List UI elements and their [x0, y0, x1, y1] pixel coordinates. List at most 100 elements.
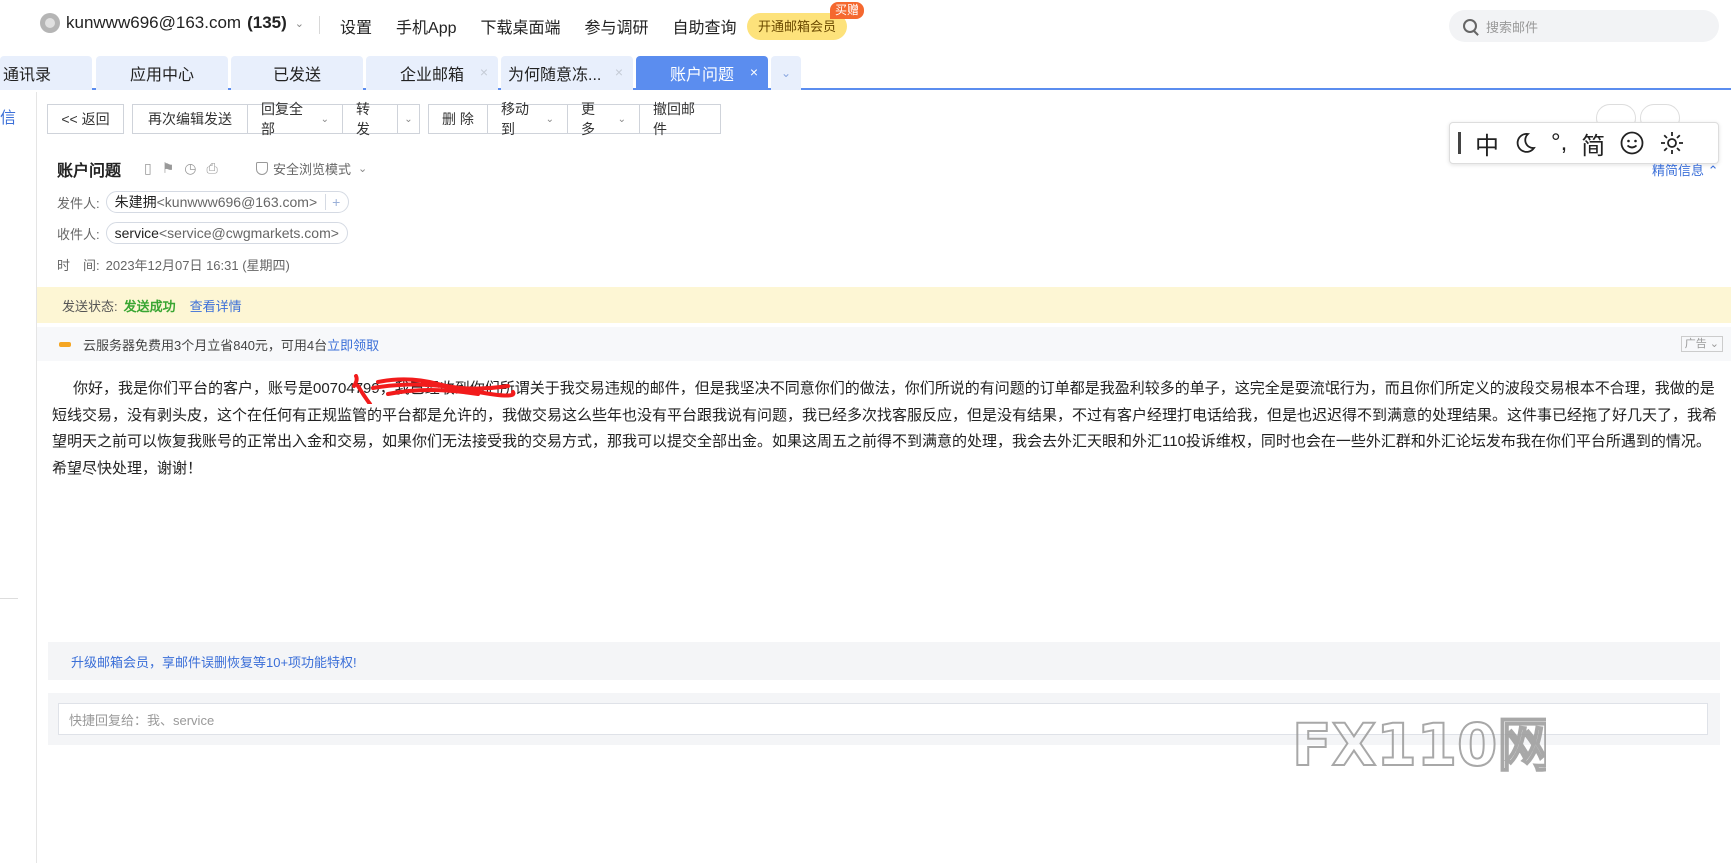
forward-button[interactable]: 转 发 — [342, 101, 398, 137]
sender-chip[interactable]: 朱建拥 <kunwww696@163.com> + — [105, 191, 350, 213]
survey-link[interactable]: 参与调研 — [585, 14, 649, 38]
top-bar: kunwww696@163.com (135) ⌄ 设置 手机App 下载桌面端… — [0, 0, 1731, 48]
sender-name: 朱建拥 — [114, 194, 157, 210]
forward-dropdown[interactable]: ⌄ — [397, 104, 420, 134]
flag-icon[interactable]: ⚑ — [162, 160, 175, 177]
shield-icon — [256, 162, 268, 175]
add-contact-icon[interactable]: + — [325, 194, 340, 210]
secure-mode-label: 安全浏览模式 — [273, 162, 352, 177]
tab-frozen[interactable]: 为何随意冻... × — [501, 56, 633, 90]
recipient-chip[interactable]: service <service@cwgmarkets.com> — [105, 222, 348, 244]
ime-punctuation[interactable]: °, — [1551, 129, 1567, 157]
clock-icon[interactable]: ◷ — [184, 160, 196, 177]
ad-tag[interactable]: 广告 ⌄ — [1680, 336, 1723, 352]
tab-label: 已发送 — [272, 67, 321, 84]
ime-mode[interactable]: 中 — [1475, 126, 1499, 161]
top-links: 设置 手机App 下载桌面端 参与调研 自助查询 — [340, 14, 761, 38]
unread-count: (135) — [247, 13, 287, 32]
vip-badge: 买赠 — [830, 2, 865, 19]
download-desktop-link[interactable]: 下载桌面端 — [481, 14, 561, 38]
self-service-link[interactable]: 自助查询 — [673, 14, 737, 38]
send-status-value: 发送成功 — [123, 298, 176, 314]
ad-claim-link[interactable]: 立即领取 — [327, 335, 379, 354]
time-label: 时 间: — [57, 258, 100, 273]
tab-bar: 通讯录 应用中心 已发送 企业邮箱 × 为何随意冻... × 账户问题 × ⌄ — [0, 56, 1731, 90]
ime-toolbar: 中 °, 简 — [1449, 122, 1719, 164]
chevron-down-icon: ⌄ — [780, 66, 792, 80]
move-to-button[interactable]: 移动到 ⌄ — [487, 101, 568, 137]
view-details-link[interactable]: 查看详情 — [190, 296, 242, 315]
upgrade-banner[interactable]: 升级邮箱会员，享邮件误删恢复等10+项功能特权! — [48, 642, 1720, 680]
send-status-bar: 发送状态: 发送成功 查看详情 — [37, 287, 1731, 323]
mobile-app-link[interactable]: 手机App — [396, 14, 456, 38]
compact-info-link[interactable]: 精简信息 ⌃ — [1652, 160, 1719, 179]
gear-icon[interactable] — [1659, 130, 1685, 156]
quick-reply-placeholder: 快捷回复给：我、service — [69, 712, 215, 728]
tab-label: 通讯录 — [3, 67, 52, 84]
tab-contacts[interactable]: 通讯录 — [0, 56, 92, 90]
redaction-scribble — [352, 374, 516, 404]
tab-enterprise-mail[interactable]: 企业邮箱 × — [366, 56, 498, 90]
ad-text: 云服务器免费用3个月立省840元，可用4台 — [83, 337, 328, 353]
account-switcher[interactable]: kunwww696@163.com (135) ⌄ — [40, 13, 304, 33]
bookmark-icon[interactable]: ▯ — [144, 160, 152, 177]
secure-mode-toggle[interactable]: 安全浏览模式 ⌄ — [256, 159, 367, 178]
chevron-down-icon: ⌄ — [617, 113, 626, 125]
tab-label: 企业邮箱 — [399, 67, 464, 84]
settings-link[interactable]: 设置 — [340, 14, 372, 38]
tab-more-dropdown[interactable]: ⌄ — [771, 56, 801, 90]
ad-icon — [59, 341, 71, 347]
left-sidebar: 信 — [0, 92, 37, 863]
from-label: 发件人: — [57, 195, 100, 211]
search-box[interactable]: 搜索邮件 — [1449, 10, 1719, 42]
upgrade-text: 升级邮箱会员，享邮件误删恢复等10+项功能特权! — [71, 654, 357, 670]
re-edit-button[interactable]: 再次编辑发送 — [132, 104, 248, 134]
compact-info-label: 精简信息 — [1652, 163, 1705, 178]
more-button[interactable]: 更 多 ⌄ — [567, 101, 640, 137]
close-icon[interactable]: × — [615, 64, 623, 80]
close-icon[interactable]: × — [480, 64, 488, 80]
mail-subject: 账户问题 — [57, 163, 122, 180]
reply-all-label: 回复全部 — [261, 101, 303, 137]
chevron-down-icon: ⌄ — [358, 163, 368, 175]
ad-bar: 云服务器免费用3个月立省840元，可用4台 立即领取 广告 ⌄ — [37, 327, 1731, 361]
move-to-label: 移动到 — [501, 101, 529, 137]
back-button[interactable]: << 返回 — [47, 104, 124, 134]
ad-tag-label: 广告 — [1684, 338, 1707, 350]
tab-label: 应用中心 — [129, 67, 194, 84]
from-row: 发件人: 朱建拥 <kunwww696@163.com> + — [57, 191, 350, 213]
chevron-down-icon: ⌄ — [294, 17, 304, 30]
tab-sent[interactable]: 已发送 — [231, 56, 363, 90]
moon-icon[interactable] — [1513, 131, 1537, 155]
mail-toolbar: << 返回 再次编辑发送 回复全部 ⌄ 转 发 ⌄ 删 除 移动到 ⌄ 更 多 … — [47, 101, 721, 137]
search-placeholder: 搜索邮件 — [1486, 19, 1539, 35]
chevron-down-icon: ⌄ — [545, 113, 554, 125]
sidebar-label[interactable]: 信 — [0, 104, 16, 128]
drag-handle[interactable] — [1458, 132, 1461, 154]
tab-app-center[interactable]: 应用中心 — [96, 56, 228, 90]
fx110-watermark: FX110网 — [1291, 711, 1546, 773]
close-icon[interactable]: × — [750, 64, 758, 80]
time-row: 时 间: 2023年12月07日 16:31 (星期四) — [57, 255, 290, 274]
chevron-up-icon: ⌃ — [1707, 163, 1719, 178]
divider — [0, 598, 18, 599]
subject-actions: ▯ ⚑ ◷ ⎙ — [144, 160, 218, 177]
divider — [319, 16, 320, 34]
ime-script[interactable]: 简 — [1581, 126, 1605, 161]
svg-text:FX110网: FX110网 — [1292, 711, 1546, 773]
recall-button[interactable]: 撤回邮件 — [639, 101, 721, 137]
tab-label: 账户问题 — [669, 67, 734, 84]
print-icon[interactable]: ⎙ — [207, 160, 218, 177]
delete-button[interactable]: 删 除 — [428, 104, 488, 134]
reply-all-button[interactable]: 回复全部 ⌄ — [247, 101, 343, 137]
recipient-name: service — [114, 225, 159, 241]
to-row: 收件人: service <service@cwgmarkets.com> — [57, 222, 348, 244]
more-label: 更 多 — [581, 101, 595, 137]
emoji-icon[interactable] — [1619, 130, 1645, 156]
recipient-address: <service@cwgmarkets.com> — [158, 225, 339, 241]
tab-label: 为何随意冻... — [508, 67, 602, 84]
tab-account-issue[interactable]: 账户问题 × — [636, 56, 768, 90]
chevron-down-icon: ⌄ — [320, 113, 329, 125]
search-icon — [1463, 19, 1477, 33]
avatar — [40, 13, 60, 33]
